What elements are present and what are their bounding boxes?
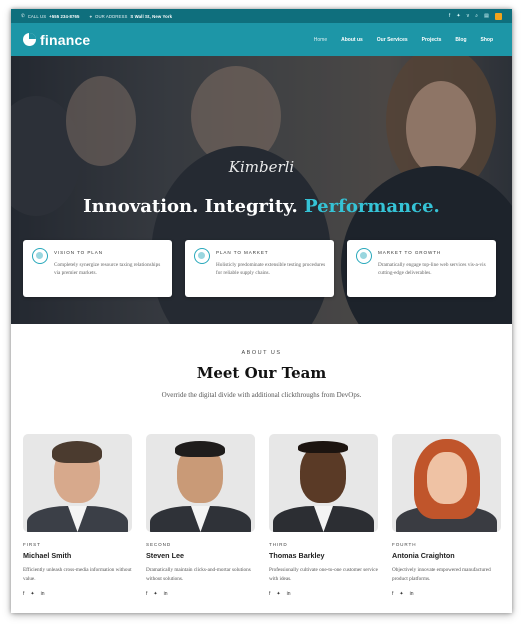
member-photo[interactable] [23,434,132,532]
member-social: f ✦ in [392,591,501,597]
site-header: finance Home About us Our Services Proje… [11,23,512,56]
facebook-icon[interactable]: f [392,591,393,597]
tagline-accent: Performance. [304,196,440,217]
browser-frame: ✆ CALL US +555 234-8765 ⌖ OUR ADDRESS S … [11,9,512,613]
card-title: PLAN TO MARKET [216,250,269,255]
twitter-icon[interactable]: ✦ [276,591,280,597]
hero-tagline: Innovation. Integrity. Performance. [11,196,512,217]
member-social: f ✦ in [146,591,255,597]
vimeo-icon[interactable]: v [467,13,470,19]
card-title: MARKET TO GROWTH [378,250,442,255]
member-desc: Dramatically maintain clicks-and-mortar … [146,567,251,582]
linkedin-icon[interactable]: in [41,591,45,597]
member-photo[interactable] [269,434,378,532]
facebook-icon[interactable]: f [23,591,24,597]
nav-projects[interactable]: Projects [415,37,449,43]
linkedin-icon[interactable]: in [164,591,168,597]
main-nav: Home About us Our Services Projects Blog… [307,37,500,43]
phone-info: ✆ CALL US +555 234-8765 [21,13,80,19]
hero-banner: Kimberli Innovation. Integrity. Performa… [11,56,512,324]
card-text: Dramatically engage top-line web service… [378,262,486,277]
team-member: FOURTH Antonia Craighton Objectively inn… [392,434,501,597]
team-grid: FIRST Michael Smith Efficiently unleash … [11,434,512,597]
card-text: Completely synergize resource taxing rel… [54,262,161,277]
team-member: SECOND Steven Lee Dramatically maintain … [146,434,255,597]
member-desc: Efficiently unleash cross-media informat… [23,567,132,582]
logo[interactable]: finance [23,32,90,48]
nav-services[interactable]: Our Services [370,37,415,43]
member-name[interactable]: Michael Smith [23,551,132,560]
linkedin-icon[interactable]: in [287,591,291,597]
nav-shop[interactable]: Shop [474,37,501,43]
logo-mark-icon [23,33,36,46]
team-member: FIRST Michael Smith Efficiently unleash … [23,434,132,597]
feature-cards: VISION TO PLAN Completely synergize reso… [23,240,496,297]
call-label: CALL US [27,13,47,19]
member-social: f ✦ in [269,591,378,597]
member-photo[interactable] [392,434,501,532]
section-title: Meet Our Team [196,364,327,382]
phone-number[interactable]: +555 234-8765 [49,14,79,19]
address-label: OUR ADDRESS [95,13,128,19]
address-info: ⌖ OUR ADDRESS S Wall St, New York [90,14,173,19]
phone-icon: ✆ [21,13,25,18]
cart-icon[interactable]: ▤ [484,13,489,19]
member-social: f ✦ in [23,591,132,597]
feature-card-market[interactable]: MARKET TO GROWTH Dramatically engage top… [347,240,496,297]
feature-card-vision[interactable]: VISION TO PLAN Completely synergize reso… [23,240,172,297]
top-info-bar: ✆ CALL US +555 234-8765 ⌖ OUR ADDRESS S … [11,9,512,23]
card-title: VISION TO PLAN [54,250,103,255]
member-name[interactable]: Thomas Barkley [269,551,378,560]
hero-signature: Kimberli [228,158,295,176]
member-rank: FIRST [23,542,41,547]
about-eyebrow: ABOUT US [241,350,282,356]
pie-chart-icon [356,248,372,264]
rss-icon[interactable] [495,12,502,20]
team-member: THIRD Thomas Barkley Professionally cult… [269,434,378,597]
photo-hair [175,441,225,457]
photo-hair [298,441,348,453]
photo-face [427,452,467,504]
photo-face [300,445,346,503]
feature-card-plan[interactable]: PLAN TO MARKET Holisticly predominate ex… [185,240,334,297]
twitter-icon[interactable]: ✦ [153,591,157,597]
twitter-icon[interactable]: ✦ [399,591,403,597]
member-rank: SECOND [146,542,172,547]
section-subtitle: Override the digital divide with additio… [161,391,362,399]
address-text: S Wall St, New York [130,13,173,19]
twitter-icon[interactable]: ✦ [30,591,34,597]
facebook-icon[interactable]: f [449,13,451,19]
member-desc: Objectively innovate empowered manufactu… [392,567,491,582]
member-name[interactable]: Steven Lee [146,551,255,560]
twitter-icon[interactable]: ✦ [456,13,460,19]
member-desc: Professionally cultivate one-to-one cust… [269,567,378,582]
nav-blog[interactable]: Blog [448,37,473,43]
location-pin-icon: ⌖ [89,13,93,19]
about-section: ABOUT US Meet Our Team Override the digi… [11,324,512,399]
facebook-icon[interactable]: f [146,591,147,597]
member-name[interactable]: Antonia Craighton [392,551,501,560]
photo-hair [52,441,102,463]
top-social-icons: f ✦ v ⌕ ▤ [449,12,502,20]
logo-text: finance [40,31,91,48]
linkedin-icon[interactable]: in [410,591,414,597]
target-icon [32,248,48,264]
member-rank: FOURTH [392,542,417,547]
tagline-main: Innovation. Integrity. [83,196,298,217]
card-text: Holisticly predominate extensible testin… [216,262,326,277]
facebook-icon[interactable]: f [269,591,270,597]
member-rank: THIRD [269,542,288,547]
chart-icon [194,248,210,264]
nav-home[interactable]: Home [307,37,334,43]
nav-about[interactable]: About us [334,37,370,43]
search-icon[interactable]: ⌕ [475,13,478,19]
member-photo[interactable] [146,434,255,532]
